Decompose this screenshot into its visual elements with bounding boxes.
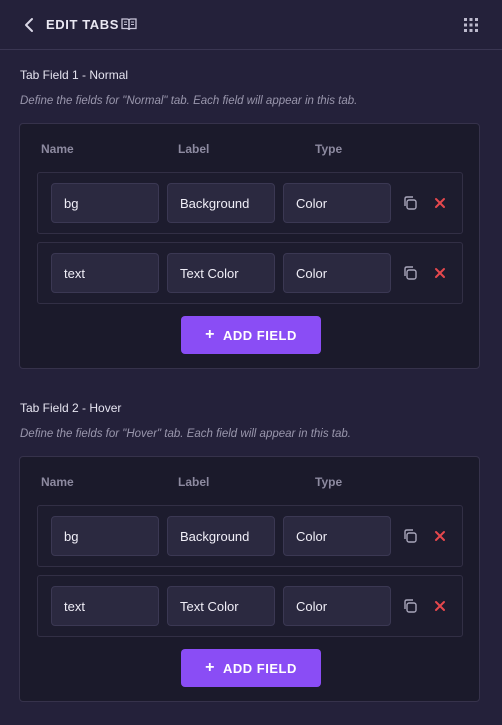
field-row — [37, 505, 463, 567]
section-title-normal: Tab Field 1 - Normal — [20, 68, 129, 82]
close-icon[interactable] — [434, 197, 446, 209]
field-name-input[interactable] — [51, 586, 159, 626]
field-row — [37, 242, 463, 304]
field-row — [37, 575, 463, 637]
copy-icon[interactable] — [402, 265, 418, 281]
add-field-label: ADD FIELD — [223, 660, 297, 676]
fields-panel-hover: Name Label Type + ADD FIELD — [19, 456, 480, 702]
field-name-input[interactable] — [51, 253, 159, 293]
field-name-input[interactable] — [51, 183, 159, 223]
field-label-input[interactable] — [167, 183, 275, 223]
plus-icon: + — [205, 326, 215, 343]
column-header-label: Label — [178, 142, 210, 156]
copy-icon[interactable] — [402, 598, 418, 614]
add-field-label: ADD FIELD — [223, 327, 297, 343]
column-header-name: Name — [41, 142, 74, 156]
section-title-hover: Tab Field 2 - Hover — [20, 401, 122, 415]
close-icon[interactable] — [434, 600, 446, 612]
close-icon[interactable] — [434, 267, 446, 279]
add-field-button[interactable]: + ADD FIELD — [181, 649, 321, 687]
field-type-input[interactable] — [283, 253, 391, 293]
column-header-type: Type — [315, 142, 343, 156]
column-header-label: Label — [178, 475, 210, 489]
column-header-type: Type — [315, 475, 343, 489]
plus-icon: + — [205, 659, 215, 676]
close-icon[interactable] — [434, 530, 446, 542]
section-description-hover: Define the fields for "Hover" tab. Each … — [20, 428, 351, 440]
section-description-normal: Define the fields for "Normal" tab. Each… — [20, 95, 358, 107]
field-type-input[interactable] — [283, 516, 391, 556]
chevron-left-icon[interactable] — [22, 16, 36, 34]
field-label-input[interactable] — [167, 516, 275, 556]
copy-icon[interactable] — [402, 195, 418, 211]
copy-icon[interactable] — [402, 528, 418, 544]
header: EDIT TABS — [0, 0, 502, 50]
add-field-button[interactable]: + ADD FIELD — [181, 316, 321, 354]
page-title: EDIT TABS — [46, 17, 120, 32]
field-label-input[interactable] — [167, 253, 275, 293]
field-type-input[interactable] — [283, 183, 391, 223]
grid-dots-icon[interactable] — [464, 18, 478, 32]
field-row — [37, 172, 463, 234]
field-name-input[interactable] — [51, 516, 159, 556]
field-label-input[interactable] — [167, 586, 275, 626]
column-header-name: Name — [41, 475, 74, 489]
field-type-input[interactable] — [283, 586, 391, 626]
fields-panel-normal: Name Label Type + ADD FIELD — [19, 123, 480, 369]
book-open-icon[interactable] — [121, 17, 137, 31]
